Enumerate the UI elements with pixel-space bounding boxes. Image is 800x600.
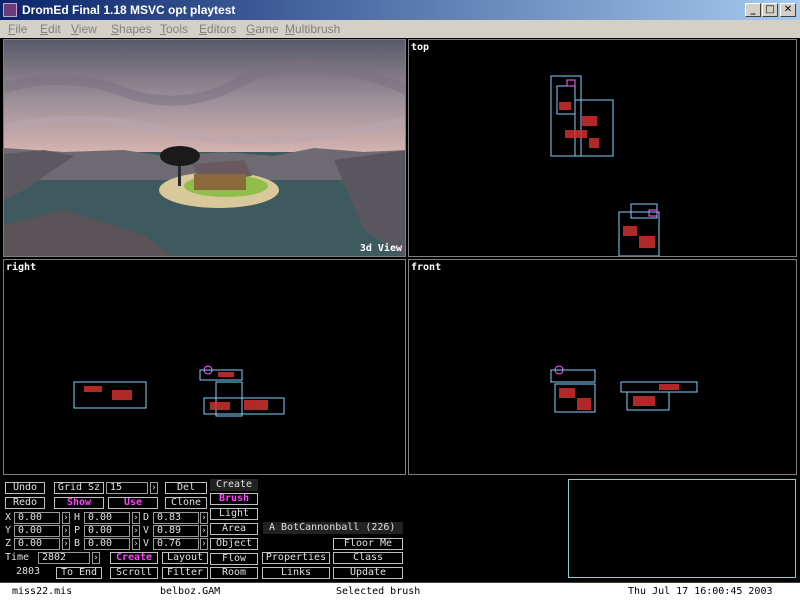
use-button[interactable]: Use: [108, 497, 158, 509]
window-title: DromEd Final 1.18 MSVC opt playtest: [22, 3, 236, 17]
menu-game[interactable]: Game: [246, 22, 279, 36]
h-field[interactable]: 0.00: [84, 512, 130, 524]
x-field[interactable]: 0.00: [14, 512, 60, 524]
viewport-front-label: front: [411, 262, 442, 273]
dy-label: V: [143, 525, 150, 536]
menu-editors[interactable]: Editors: [199, 22, 236, 36]
p-arrow-icon[interactable]: ›: [132, 525, 140, 537]
room-button[interactable]: Room: [210, 567, 258, 579]
y-label: Y: [5, 525, 12, 536]
menu-shapes[interactable]: Shapes: [111, 22, 152, 36]
viewport-front[interactable]: front: [408, 259, 797, 475]
h-label: H: [74, 512, 81, 523]
b-arrow-icon[interactable]: ›: [132, 538, 140, 550]
links-button[interactable]: Links: [262, 567, 330, 579]
object-button[interactable]: Object: [210, 538, 258, 550]
time-arrow-icon[interactable]: ›: [92, 552, 100, 564]
x-label: X: [5, 512, 12, 523]
status-bar: miss22.mis belboz.GAM Selected brush Thu…: [0, 582, 800, 600]
menu-view[interactable]: View: [71, 22, 97, 36]
brush-button[interactable]: Brush: [210, 493, 258, 505]
y-arrow-icon[interactable]: ›: [62, 525, 70, 537]
title-bar: DromEd Final 1.18 MSVC opt playtest _ □ …: [0, 0, 800, 20]
update-button[interactable]: Update: [333, 567, 403, 579]
monolog-panel: [568, 479, 796, 578]
close-button[interactable]: ✕: [780, 3, 796, 17]
show-button[interactable]: Show: [54, 497, 104, 509]
status-datetime: Thu Jul 17 16:00:45 2003: [628, 586, 773, 597]
time-field[interactable]: 2802: [38, 552, 90, 564]
viewport-top[interactable]: top: [408, 39, 797, 257]
status-mission: miss22.mis: [12, 586, 73, 597]
properties-button[interactable]: Properties: [262, 552, 330, 564]
menu-file[interactable]: File: [8, 22, 27, 36]
front-wireframe: [550, 365, 698, 413]
b-label: B: [74, 538, 81, 549]
area-button[interactable]: Area: [210, 523, 258, 535]
filter-button[interactable]: Filter: [162, 567, 208, 579]
to-end-button[interactable]: To End: [56, 567, 102, 579]
dy-arrow-icon[interactable]: ›: [200, 525, 208, 537]
z-field[interactable]: 0.00: [14, 538, 60, 550]
minimize-button[interactable]: _: [745, 3, 761, 17]
create-header: Create: [210, 479, 258, 491]
scroll-button[interactable]: Scroll: [110, 567, 158, 579]
floor-me-button[interactable]: Floor Me: [333, 538, 403, 550]
time-label: Time: [5, 552, 30, 563]
delete-button[interactable]: Del: [165, 482, 207, 494]
grid-size-arrow-icon[interactable]: ›: [150, 482, 158, 494]
status-gamesys: belboz.GAM: [160, 586, 221, 597]
y-field[interactable]: 0.00: [14, 525, 60, 537]
dy-field[interactable]: 0.89: [153, 525, 199, 537]
class-button[interactable]: Class: [333, 552, 403, 564]
viewport-right-label: right: [6, 262, 37, 273]
p-field[interactable]: 0.00: [84, 525, 130, 537]
grid-size-button[interactable]: Grid Sz: [54, 482, 104, 494]
z-label: Z: [5, 538, 12, 549]
h-arrow-icon[interactable]: ›: [132, 512, 140, 524]
menu-tools[interactable]: Tools: [160, 22, 188, 36]
menu-multibrush[interactable]: Multibrush: [285, 22, 340, 36]
clone-button[interactable]: Clone: [165, 497, 207, 509]
create-mode-button[interactable]: Create: [110, 552, 158, 564]
light-button[interactable]: Light: [210, 508, 258, 520]
status-selection: Selected brush: [336, 586, 421, 597]
p-label: P: [74, 525, 81, 536]
z-arrow-icon[interactable]: ›: [62, 538, 70, 550]
3d-scene: [4, 40, 405, 256]
top-wireframe: [550, 75, 660, 256]
undo-button[interactable]: Undo: [5, 482, 45, 494]
viewport-3d-label: 3d View: [359, 243, 402, 254]
flow-button[interactable]: Flow: [210, 553, 258, 565]
dx-field[interactable]: 0.83: [153, 512, 199, 524]
redo-button[interactable]: Redo: [5, 497, 45, 509]
viewport-right[interactable]: right: [3, 259, 406, 475]
dz-field[interactable]: 0.76: [153, 538, 199, 550]
menu-bar: File Edit View Shapes Tools Editors Game…: [0, 20, 800, 38]
viewport-top-label: top: [411, 42, 430, 53]
grid-size-field[interactable]: 15: [106, 482, 148, 494]
dx-label: D: [143, 512, 150, 523]
x-arrow-icon[interactable]: ›: [62, 512, 70, 524]
dx-arrow-icon[interactable]: ›: [200, 512, 208, 524]
maximize-button[interactable]: □: [762, 3, 778, 17]
viewport-3d[interactable]: 3d View: [3, 39, 406, 257]
object-name-display: A BotCannonball (226): [263, 522, 403, 534]
layout-button[interactable]: Layout: [162, 552, 208, 564]
right-wireframe: [73, 365, 285, 417]
b-field[interactable]: 0.00: [84, 538, 130, 550]
dz-label: V: [143, 538, 150, 549]
frame-readout: 2803: [16, 566, 41, 577]
menu-edit[interactable]: Edit: [40, 22, 61, 36]
dz-arrow-icon[interactable]: ›: [200, 538, 208, 550]
app-icon[interactable]: [3, 3, 17, 17]
